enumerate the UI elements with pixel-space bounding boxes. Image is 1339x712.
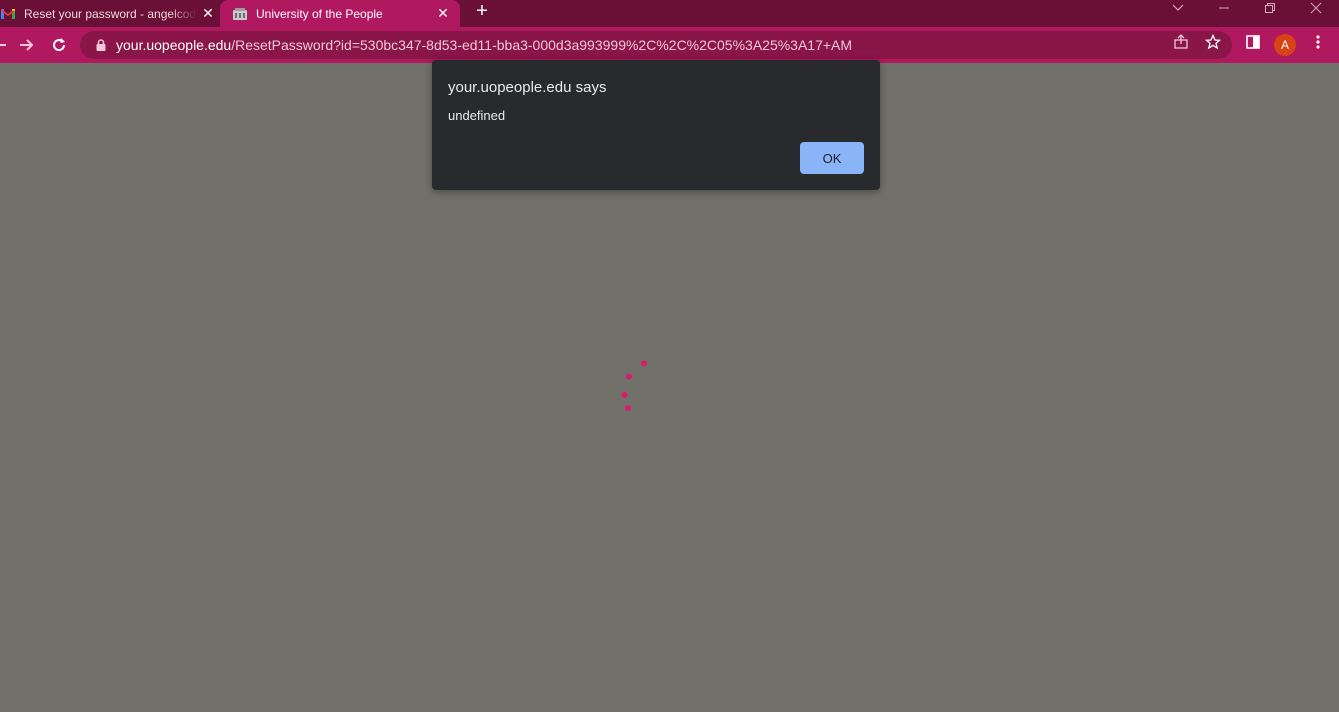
gmail-icon — [0, 6, 16, 22]
tab-title: University of the People — [256, 6, 383, 21]
bookmark-star-icon[interactable] — [1203, 33, 1223, 51]
side-panel-icon[interactable] — [1243, 33, 1263, 51]
share-icon[interactable] — [1171, 33, 1191, 51]
browser-toolbar: your.uopeople.edu/ResetPassword?id=530bc… — [0, 27, 1339, 63]
tab-search-icon[interactable] — [1166, 0, 1190, 16]
tab-title: Reset your password - angelcode — [24, 6, 197, 21]
minimize-icon[interactable] — [1212, 0, 1236, 16]
address-bar[interactable]: your.uopeople.edu/ResetPassword?id=530bc… — [80, 31, 1232, 59]
profile-avatar[interactable]: A — [1274, 34, 1296, 56]
close-tab-icon[interactable]: ✕ — [432, 3, 454, 25]
tab-reset-password[interactable]: Reset your password - angelcode ✕ — [0, 0, 219, 27]
loading-spinner-icon — [621, 360, 647, 411]
ok-button[interactable]: OK — [800, 142, 864, 174]
reload-icon[interactable] — [47, 33, 71, 57]
close-tab-icon[interactable]: ✕ — [197, 3, 219, 25]
forward-icon[interactable] — [14, 33, 38, 57]
dialog-message: undefined — [448, 108, 506, 123]
url-text: your.uopeople.edu/ResetPassword?id=530bc… — [108, 37, 852, 53]
menu-kebab-icon[interactable] — [1308, 33, 1328, 51]
uopeople-icon — [232, 6, 248, 22]
new-tab-button[interactable]: + — [470, 0, 494, 22]
back-icon[interactable] — [0, 33, 12, 57]
url-path: /ResetPassword?id=530bc347-8d53-ed11-bba… — [231, 37, 853, 53]
url-host: your.uopeople.edu — [116, 37, 232, 53]
alert-dialog: your.uopeople.edu says undefined OK — [432, 60, 880, 190]
lock-icon[interactable] — [94, 38, 108, 52]
close-window-icon[interactable] — [1304, 0, 1328, 16]
tab-strip: Reset your password - angelcode ✕ Univer… — [0, 0, 1339, 27]
tab-university-of-the-people[interactable]: University of the People ✕ — [220, 0, 460, 27]
restore-icon[interactable] — [1258, 0, 1282, 16]
dialog-title: your.uopeople.edu says — [448, 79, 607, 96]
